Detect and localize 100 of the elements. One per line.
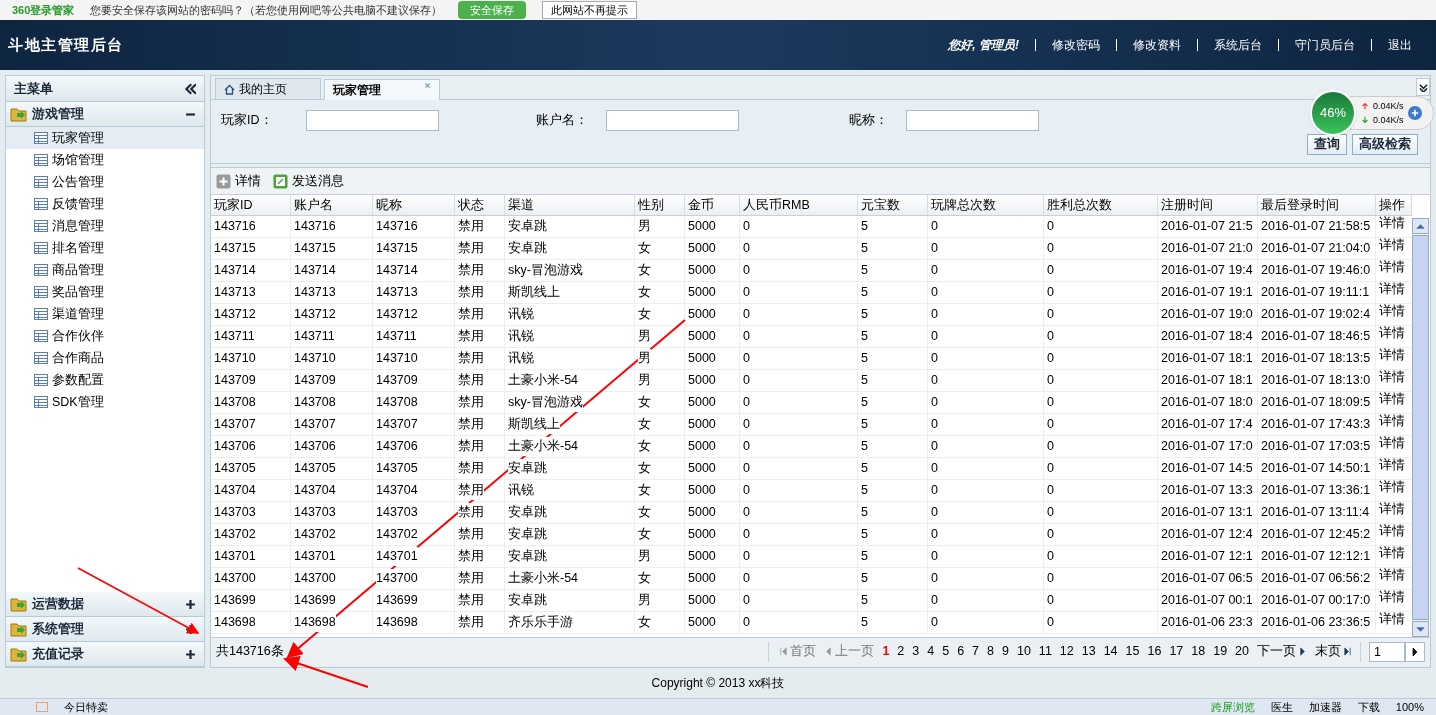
detail-link[interactable]: 详情 (1376, 304, 1412, 325)
dismiss-button[interactable]: 此网站不再提示 (542, 1, 638, 19)
page-input[interactable]: 1 (1369, 641, 1405, 662)
column-header[interactable]: 金币 (685, 195, 740, 215)
detail-link[interactable]: 详情 (1376, 612, 1412, 633)
detail-link[interactable]: 详情 (1376, 326, 1412, 347)
detail-link[interactable]: 详情 (1376, 238, 1412, 259)
page-link[interactable]: 10 (1016, 642, 1031, 661)
zoom-level[interactable]: 100% (1395, 698, 1424, 715)
page-link[interactable]: 12 (1059, 642, 1074, 661)
table-cell: 0 (1044, 392, 1158, 413)
page-link[interactable]: 8 (987, 642, 994, 661)
close-icon[interactable] (424, 82, 431, 89)
detail-link[interactable]: 详情 (1376, 458, 1412, 479)
page-link[interactable]: 9 (1002, 642, 1009, 661)
detail-link[interactable]: 详情 (1376, 370, 1412, 391)
header-link[interactable]: 守门员后台 (1295, 39, 1355, 51)
menu-group-header[interactable]: 系统管理 (6, 617, 204, 642)
double-chevron-left-icon[interactable] (184, 82, 196, 95)
page-link[interactable]: 5 (942, 642, 950, 661)
page-link[interactable]: 4 (927, 642, 935, 661)
text-input[interactable] (306, 110, 439, 131)
detail-link[interactable]: 详情 (1376, 414, 1412, 435)
menu-group-header[interactable]: 运营数据 (6, 592, 204, 617)
column-header[interactable]: 玩牌总次数 (928, 195, 1044, 215)
menu-group-header[interactable]: 游戏管理 (6, 102, 204, 127)
page-link[interactable]: 2 (897, 642, 905, 661)
status-item[interactable]: 医生 (1270, 698, 1293, 715)
page-link[interactable]: 6 (957, 642, 965, 661)
menu-group-header[interactable]: 充值记录 (6, 642, 204, 667)
first-page-link[interactable]: 首页 (779, 642, 817, 661)
toolbar-button[interactable]: 详情 (216, 171, 261, 191)
column-header[interactable]: 状态 (455, 195, 505, 215)
go-button[interactable] (1405, 641, 1425, 662)
page-link[interactable]: 3 (912, 642, 920, 661)
tab-list-button[interactable] (1416, 78, 1430, 96)
column-header[interactable]: 注册时间 (1158, 195, 1258, 215)
plus-icon[interactable] (185, 648, 196, 660)
table-cell: 禁用 (455, 326, 505, 347)
table-cell: 禁用 (455, 524, 505, 545)
scrollbar[interactable] (1412, 218, 1429, 637)
column-header[interactable]: 最后登录时间 (1258, 195, 1376, 215)
detail-link[interactable]: 详情 (1376, 348, 1412, 369)
plus-icon[interactable] (185, 598, 196, 610)
page-link[interactable]: 7 (972, 642, 980, 661)
detail-link[interactable]: 详情 (1376, 480, 1412, 501)
detail-link[interactable]: 详情 (1376, 282, 1412, 303)
prev-page-link[interactable]: 上一页 (824, 642, 875, 661)
page-link[interactable]: 18 (1191, 642, 1206, 661)
last-page-link[interactable]: 末页 (1315, 642, 1352, 661)
page-link[interactable]: 1 (882, 642, 890, 661)
column-header[interactable]: 昵称 (373, 195, 455, 215)
page-link[interactable]: 17 (1169, 642, 1184, 661)
detail-link[interactable]: 详情 (1376, 524, 1412, 545)
table-cell: 2016-01-07 18:09:5 (1258, 392, 1376, 413)
detail-link[interactable]: 详情 (1376, 216, 1412, 237)
status-item[interactable]: 加速器 (1308, 698, 1342, 715)
table-cell: 禁用 (455, 238, 505, 259)
detail-link[interactable]: 详情 (1376, 568, 1412, 589)
column-header[interactable]: 玩家ID (211, 195, 291, 215)
add-button[interactable] (1407, 106, 1422, 120)
column-header[interactable]: 渠道 (505, 195, 635, 215)
search-button[interactable]: 查询 (1307, 134, 1347, 155)
detail-link[interactable]: 详情 (1376, 590, 1412, 611)
column-header[interactable]: 账户名 (291, 195, 373, 215)
toolbar-button[interactable]: 发送消息 (273, 171, 344, 191)
tab[interactable]: 我的主页 (215, 78, 321, 99)
status-link[interactable]: 今日特卖 (64, 698, 108, 715)
column-header[interactable]: 人民币RMB (740, 195, 858, 215)
page-link[interactable]: 16 (1147, 642, 1162, 661)
text-input[interactable] (606, 110, 739, 131)
table-icon (34, 198, 48, 210)
column-header[interactable]: 操作 (1376, 195, 1412, 215)
search-button[interactable]: 高级检索 (1352, 134, 1418, 155)
menu-item[interactable]: 玩家管理 (6, 127, 204, 149)
column-header[interactable]: 胜利总次数 (1044, 195, 1158, 215)
page-link[interactable]: 15 (1125, 642, 1140, 661)
tab[interactable]: 玩家管理 (324, 79, 440, 100)
table-icon (34, 154, 48, 166)
status-item[interactable]: 下载 (1357, 698, 1380, 715)
detail-link[interactable]: 详情 (1376, 260, 1412, 281)
table-cell: 143708 (291, 392, 373, 413)
column-header[interactable]: 元宝数 (858, 195, 928, 215)
text-input[interactable] (906, 110, 1039, 131)
detail-link[interactable]: 详情 (1376, 436, 1412, 457)
page-link[interactable]: 14 (1103, 642, 1118, 661)
page-link[interactable]: 11 (1038, 642, 1052, 661)
page-link[interactable]: 19 (1213, 642, 1228, 661)
page-link[interactable]: 20 (1235, 642, 1249, 661)
page-link[interactable]: 13 (1081, 642, 1096, 661)
detail-link[interactable]: 详情 (1376, 502, 1412, 523)
detail-link[interactable]: 详情 (1376, 392, 1412, 413)
header-link[interactable]: 系统后台 (1214, 39, 1262, 51)
detail-link[interactable]: 详情 (1376, 546, 1412, 567)
header-link[interactable]: 修改资料 (1133, 39, 1181, 51)
next-page-link[interactable]: 下一页 (1257, 642, 1307, 661)
table-cell: 安卓跳 (505, 458, 635, 479)
column-header[interactable]: 性别 (635, 195, 685, 215)
header-link[interactable]: 退出 (1388, 39, 1412, 51)
header-link[interactable]: 修改密码 (1052, 39, 1100, 51)
